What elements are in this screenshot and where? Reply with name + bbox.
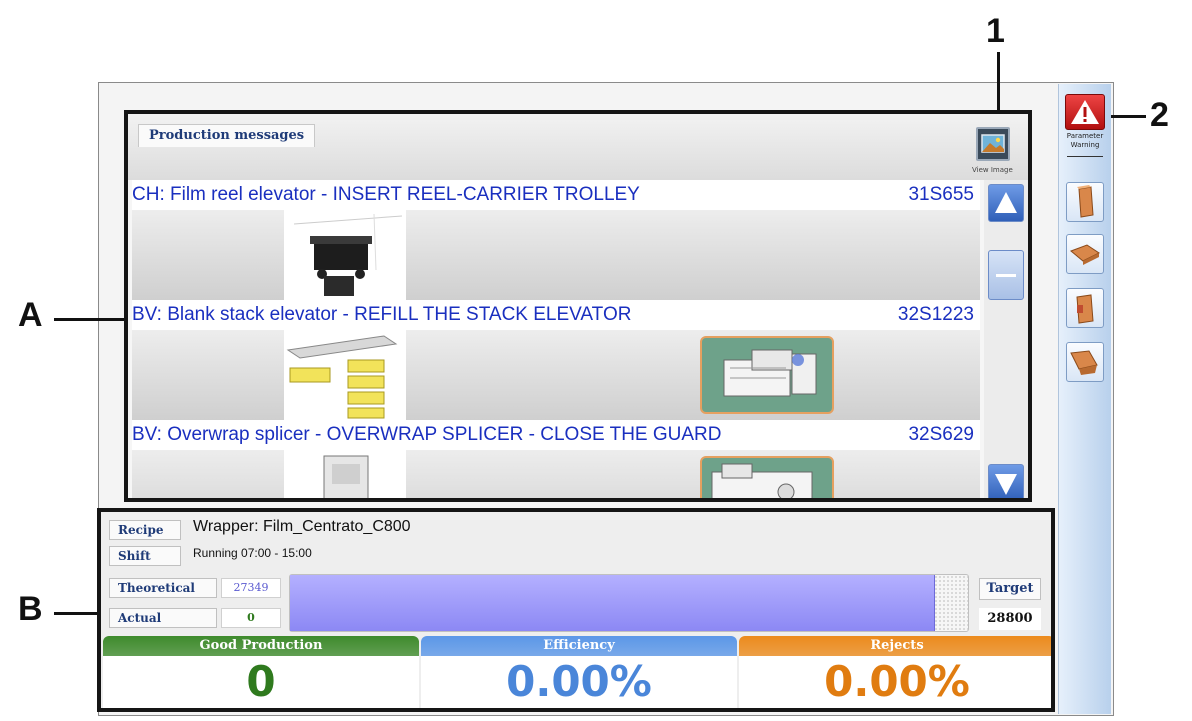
package-tilted-button[interactable]	[1066, 342, 1104, 382]
arrow-up-icon	[995, 192, 1017, 213]
callout-a-line	[54, 318, 124, 321]
arrow-down-icon	[995, 474, 1017, 495]
production-status-panel: Recipe Wrapper: Film_Centrato_C800 Shift…	[97, 508, 1055, 712]
actual-value: 0	[221, 608, 281, 628]
recipe-label: Recipe	[109, 520, 181, 540]
messages-header: Production messages View Image	[128, 114, 1028, 180]
target-label: Target	[979, 578, 1041, 600]
good-production-kpi: Good Production 0	[103, 636, 419, 708]
splicer-thumbnail	[284, 450, 406, 498]
scroll-up-button[interactable]	[988, 184, 1024, 222]
shift-value: Running 07:00 - 15:00	[193, 546, 312, 560]
package-upright-button[interactable]	[1066, 182, 1104, 222]
rejects-value: 0.00%	[739, 656, 1051, 708]
efficiency-value: 0.00%	[421, 656, 737, 708]
warning-icon	[1071, 100, 1099, 124]
message-code: 32S629	[908, 424, 974, 445]
reel-trolley-thumbnail	[284, 210, 406, 300]
message-title: BV: Blank stack elevator - REFILL THE ST…	[132, 300, 980, 330]
list-item[interactable]: BV: Overwrap splicer - OVERWRAP SPLICER …	[128, 420, 984, 498]
production-messages-tab[interactable]: Production messages	[138, 124, 316, 147]
message-title: BV: Overwrap splicer - OVERWRAP SPLICER …	[132, 420, 980, 450]
shift-label: Shift	[109, 546, 181, 566]
good-production-label: Good Production	[103, 636, 419, 656]
production-messages-panel: Production messages View Image CH: Film …	[124, 110, 1032, 502]
package-open-icon	[1076, 294, 1094, 324]
package-flat-icon	[1070, 244, 1100, 265]
parameter-warning-button[interactable]	[1065, 94, 1105, 130]
good-production-value: 0	[103, 656, 419, 708]
rejects-kpi: Rejects 0.00%	[739, 636, 1051, 708]
theoretical-progress-fill	[290, 575, 936, 631]
messages-scrollbar[interactable]	[984, 180, 1028, 498]
parameter-warning-label-line2: Warning	[1070, 141, 1100, 149]
message-code: 32S1223	[897, 304, 974, 325]
callout-1-line	[997, 52, 1000, 112]
scroll-down-button[interactable]	[988, 464, 1024, 498]
view-image-button[interactable]	[976, 127, 1010, 161]
message-title: CH: Film reel elevator - INSERT REEL-CAR…	[132, 180, 980, 210]
message-text: BV: Blank stack elevator - REFILL THE ST…	[132, 304, 632, 325]
callout-a-label: A	[18, 296, 43, 334]
recipe-value: Wrapper: Film_Centrato_C800	[193, 518, 411, 535]
scroll-thumb[interactable]	[988, 250, 1024, 300]
message-text: BV: Overwrap splicer - OVERWRAP SPLICER …	[132, 424, 722, 445]
sidebar-divider	[1067, 156, 1103, 157]
target-value: 28800	[979, 608, 1041, 630]
callout-2-label: 2	[1150, 96, 1169, 134]
rejects-label: Rejects	[739, 636, 1051, 656]
list-item[interactable]: BV: Blank stack elevator - REFILL THE ST…	[128, 300, 984, 420]
view-image-label: View Image	[972, 166, 1013, 174]
efficiency-label: Efficiency	[421, 636, 737, 656]
message-body	[132, 210, 980, 300]
actual-label: Actual	[109, 608, 217, 628]
messages-list: CH: Film reel elevator - INSERT REEL-CAR…	[128, 180, 984, 498]
list-item[interactable]: CH: Film reel elevator - INSERT REEL-CAR…	[128, 180, 984, 300]
image-icon	[981, 134, 1005, 153]
message-body	[132, 330, 980, 420]
efficiency-kpi: Efficiency 0.00%	[421, 636, 737, 708]
theoretical-value: 27349	[221, 578, 281, 598]
callout-2-line	[1108, 115, 1146, 118]
callout-b-line	[54, 612, 97, 615]
production-progress-bar	[289, 574, 969, 632]
scroll-thumb-grip-icon	[996, 274, 1016, 277]
message-text: CH: Film reel elevator - INSERT REEL-CAR…	[132, 184, 640, 205]
callout-1-label: 1	[986, 12, 1005, 50]
theoretical-label: Theoretical	[109, 578, 217, 598]
package-open-button[interactable]	[1066, 288, 1104, 328]
parameter-warning-label: Parameter Warning	[1063, 132, 1107, 150]
stack-elevator-thumbnail	[284, 330, 406, 420]
right-sidebar: Parameter Warning	[1058, 84, 1111, 714]
package-flat-button[interactable]	[1066, 234, 1104, 274]
package-tilted-icon	[1070, 350, 1098, 375]
parameter-warning-label-line1: Parameter	[1066, 132, 1104, 140]
message-code: 31S655	[908, 184, 974, 205]
callout-b-label: B	[18, 590, 43, 628]
package-upright-icon	[1077, 185, 1094, 218]
machine-thumbnail[interactable]	[700, 336, 834, 414]
machine-thumbnail[interactable]	[700, 456, 834, 498]
message-body	[132, 450, 980, 498]
